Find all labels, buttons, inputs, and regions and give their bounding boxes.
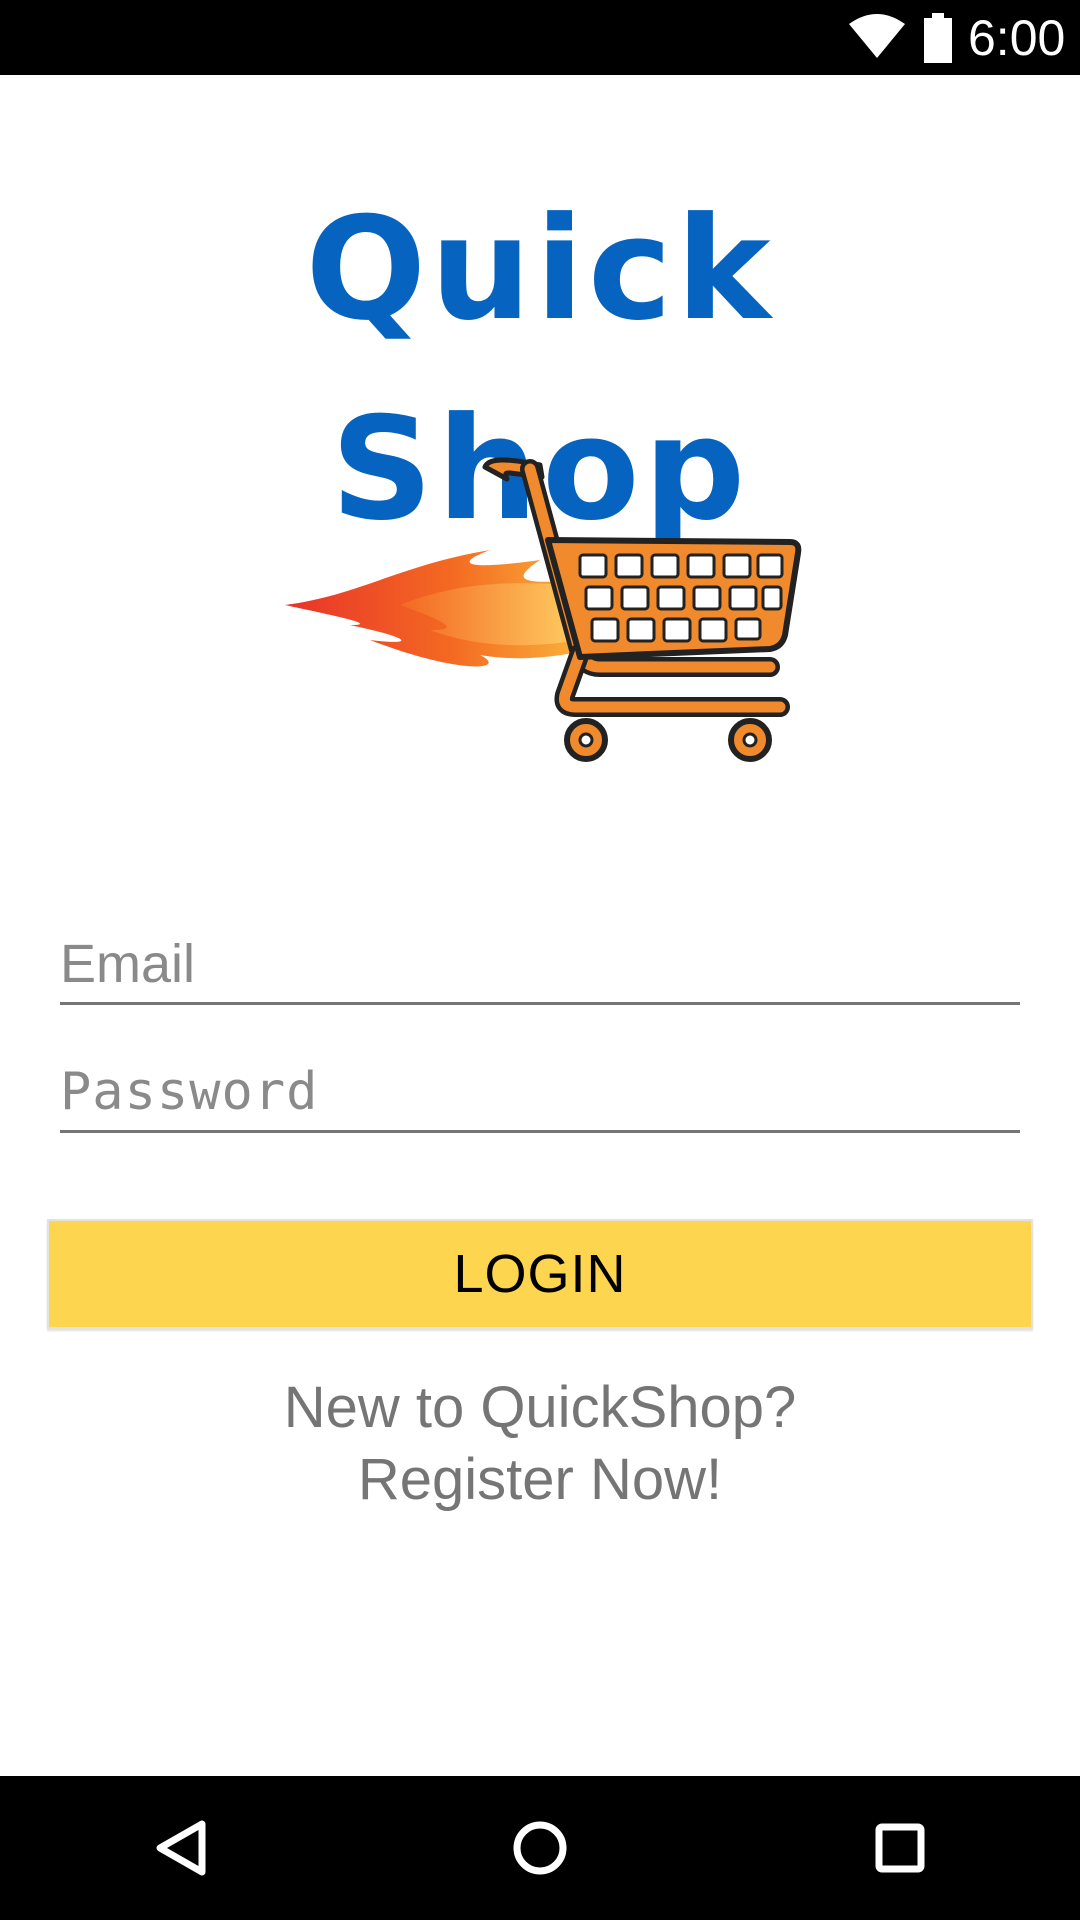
login-button[interactable]: LOGIN [47, 1219, 1033, 1329]
login-screen: 6:00 Quick Shop Email LOGIN New to Quick… [0, 0, 1080, 1920]
back-icon[interactable] [130, 1798, 230, 1898]
home-icon[interactable] [490, 1798, 590, 1898]
battery-icon [924, 13, 952, 63]
navigation-bar [0, 1776, 1080, 1920]
recents-icon[interactable] [850, 1798, 950, 1898]
password-input[interactable] [60, 1053, 1020, 1130]
app-logo: Quick Shop [100, 170, 980, 552]
password-field-container [60, 1053, 1020, 1133]
email-field-container [60, 925, 1020, 1005]
status-clock: 6:00 [968, 10, 1066, 66]
fast-shopping-cart-icon [285, 457, 802, 762]
register-line-2: Register Now! [357, 1447, 723, 1512]
status-bar: 6:00 [0, 0, 1080, 75]
register-line-1: New to QuickShop? [283, 1375, 797, 1440]
email-input[interactable] [60, 925, 1020, 1002]
register-link[interactable]: New to QuickShop? Register Now! [140, 1372, 940, 1516]
wifi-icon [849, 14, 905, 58]
